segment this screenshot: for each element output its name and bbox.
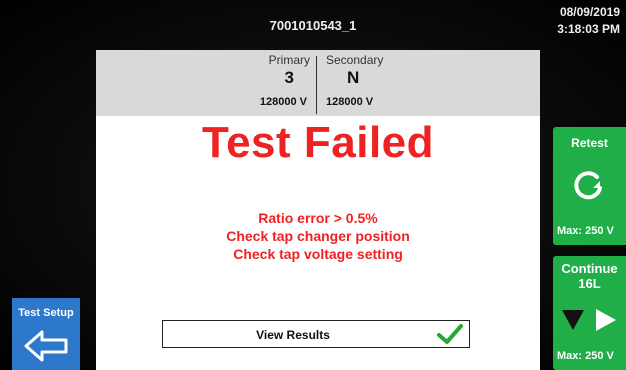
continue-label: Continue bbox=[561, 261, 618, 276]
view-results-label: View Results bbox=[256, 328, 330, 342]
primary-tap-value: 3 bbox=[284, 68, 294, 87]
continue-arrows bbox=[562, 309, 616, 331]
arrow-left-icon bbox=[24, 330, 68, 362]
primary-voltage: 128000 V bbox=[259, 96, 307, 108]
secondary-tap-value: N bbox=[347, 68, 360, 87]
primary-label: Primary bbox=[268, 53, 310, 67]
continue-label-block: Continue 16L bbox=[553, 261, 626, 291]
retest-button[interactable]: Retest Max: 250 V bbox=[553, 127, 626, 245]
secondary-label: Secondary bbox=[326, 53, 384, 67]
arrow-right-icon bbox=[596, 309, 616, 331]
secondary-column: Secondary N 128000 V bbox=[317, 50, 446, 116]
time-text: 3:18:03 PM bbox=[557, 22, 620, 36]
next-tap-label: 16L bbox=[578, 276, 601, 291]
error-message: Ratio error > 0.5% bbox=[258, 210, 378, 226]
result-panel: Primary 3 128000 V Secondary N 128000 V … bbox=[96, 50, 540, 370]
datetime: 08/09/2019 3:18:03 PM bbox=[557, 4, 620, 38]
winding-header: Primary 3 128000 V Secondary N 128000 V bbox=[96, 50, 540, 116]
retest-max-voltage: Max: 250 V bbox=[557, 225, 614, 237]
view-results-button[interactable]: View Results bbox=[162, 320, 470, 348]
result-title: Test Failed bbox=[201, 118, 435, 167]
continue-button[interactable]: Continue 16L Max: 250 V bbox=[553, 256, 626, 370]
checkmark-icon bbox=[437, 324, 463, 344]
test-setup-button[interactable]: Test Setup bbox=[12, 298, 80, 370]
secondary-voltage: 128000 V bbox=[326, 96, 374, 108]
record-title: 7001010543_1 bbox=[269, 18, 357, 33]
date-text: 08/09/2019 bbox=[559, 5, 620, 19]
refresh-icon bbox=[574, 171, 602, 200]
retest-label: Retest bbox=[571, 136, 608, 150]
primary-column: Primary 3 128000 V bbox=[96, 50, 316, 116]
hint-message: Check tap changer position bbox=[226, 228, 410, 244]
continue-max-voltage: Max: 250 V bbox=[557, 350, 614, 362]
hint-message: Check tap voltage setting bbox=[233, 246, 403, 262]
test-setup-label: Test Setup bbox=[18, 307, 74, 319]
arrow-down-icon bbox=[562, 310, 584, 330]
